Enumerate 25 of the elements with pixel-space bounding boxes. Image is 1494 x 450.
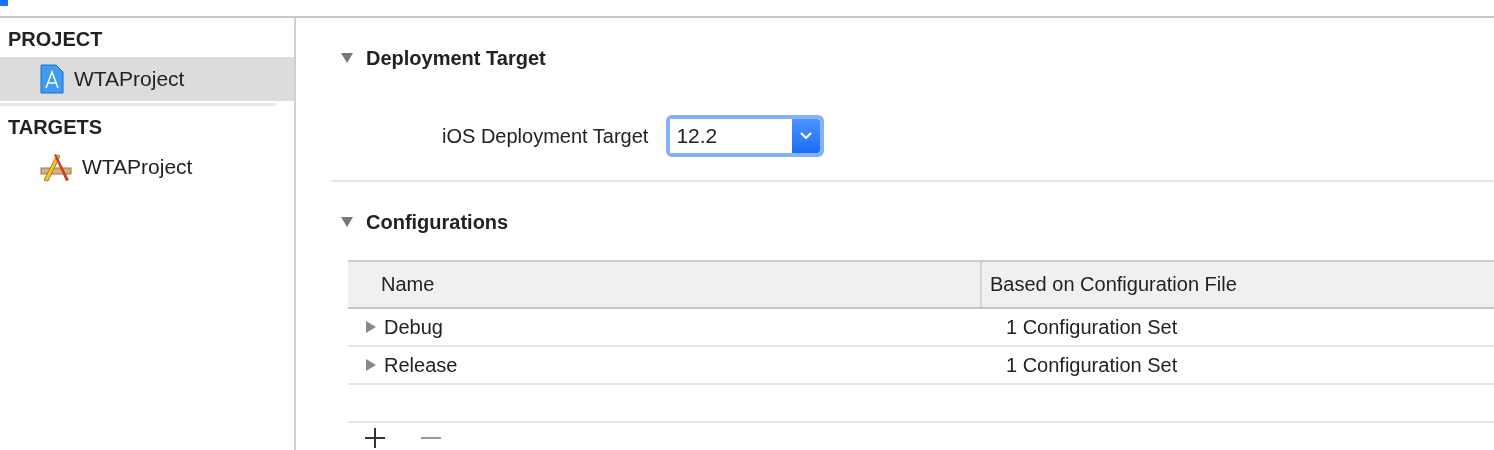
field-label: iOS Deployment Target <box>442 124 649 148</box>
pencil-ruler-icon <box>40 152 72 182</box>
item-label: WTAProject <box>74 67 185 91</box>
project-file-icon <box>40 64 64 94</box>
section-header: TARGETS <box>7 115 104 140</box>
disclosure-triangle[interactable] <box>364 358 378 372</box>
disclosure-triangle[interactable] <box>364 320 378 334</box>
disclosure-triangle[interactable] <box>340 51 354 65</box>
column-header[interactable]: Name <box>348 273 980 296</box>
column-header[interactable]: Based on Configuration File <box>980 262 1494 307</box>
sidebar-item[interactable]: WTAProject <box>0 57 294 101</box>
section-title: Configurations <box>366 210 509 234</box>
section-title: Deployment Target <box>366 46 546 70</box>
disclosure-triangle[interactable] <box>340 215 354 229</box>
version-combo-box[interactable]: 12.2 <box>666 115 825 157</box>
sidebar-item[interactable]: WTAProject <box>0 145 294 189</box>
table-cell: Debug <box>384 315 443 339</box>
chevron-down-icon <box>799 131 814 141</box>
table-cell-text: 1 Configuration Set <box>1005 315 1179 339</box>
table-cell: Release <box>384 353 458 377</box>
table-cell-text: 1 Configuration Set <box>1005 353 1179 377</box>
item-label: WTAProject <box>82 155 193 179</box>
section-header: PROJECT <box>7 27 104 52</box>
selection-indicator <box>0 0 8 6</box>
add-icon[interactable] <box>364 427 386 449</box>
